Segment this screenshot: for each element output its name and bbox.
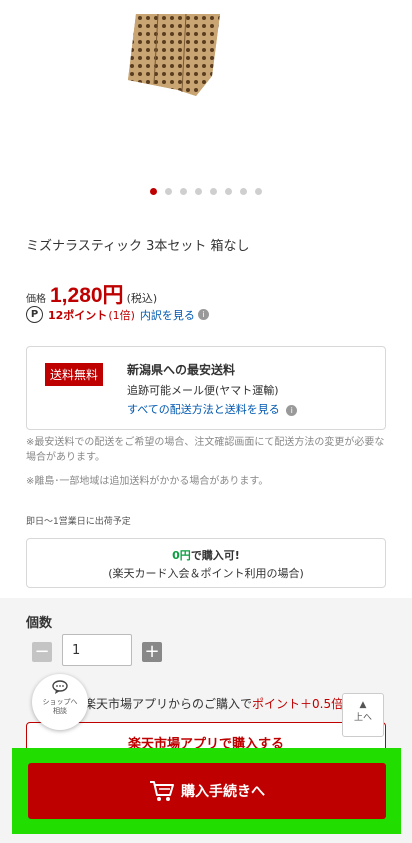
product-image[interactable] (128, 14, 222, 96)
price-tax: (税込) (126, 292, 158, 305)
point-icon: P (26, 306, 43, 323)
quantity-label: 個数 (26, 616, 53, 631)
shipping-timing: 即日〜1営業日に出荷予定 (26, 517, 131, 527)
app-promo-text: 楽天市場アプリからのご購入でポイント＋0.5倍！ (84, 695, 355, 712)
zero-yen-headline: 0円で購入可! (27, 547, 385, 563)
points-row: P 12ポイント (1倍) 内訳を見る i (26, 306, 209, 323)
app-promo-highlight: ポイント＋0.5倍！ (252, 697, 356, 711)
shop-inquiry-label-2: 相談 (53, 707, 67, 715)
info-icon[interactable]: i (286, 405, 298, 416)
shop-inquiry-button[interactable]: ショップへ 相談 (32, 674, 88, 730)
free-shipping-badge: 送料無料 (45, 363, 104, 386)
carousel-dot[interactable] (240, 188, 247, 195)
shipping-options-link[interactable]: すべての配送方法と送料を見る i (127, 401, 298, 417)
product-image-area (0, 0, 412, 180)
chat-icon (52, 680, 68, 694)
price-row: 価格 1,280円 (税込) (26, 279, 157, 309)
points-breakdown-link[interactable]: 内訳を見る (140, 307, 195, 323)
purchase-button[interactable]: 購入手続きへ (28, 763, 386, 819)
carousel-dot[interactable] (210, 188, 217, 195)
shipping-method: 追跡可能メール便(ヤマト運輸) (127, 384, 279, 397)
quantity-minus-button[interactable]: − (32, 642, 52, 662)
product-title: ミズナラスティック 3本セット 箱なし (26, 239, 250, 254)
zero-yen-box[interactable]: 0円で購入可! (楽天カード入会＆ポイント利用の場合) (26, 538, 386, 588)
scroll-to-top-label: 上へ (353, 713, 372, 723)
zero-yen-condition: (楽天カード入会＆ポイント利用の場合) (108, 567, 304, 580)
zero-yen-headline-rest: で購入可! (190, 549, 240, 562)
purchase-button-label: 購入手続きへ (181, 784, 265, 800)
cart-icon (150, 781, 174, 801)
carousel-dot[interactable] (180, 188, 187, 195)
carousel-dots (0, 188, 412, 195)
arrow-up-icon: ▲ (359, 700, 367, 710)
carousel-dot[interactable] (225, 188, 232, 195)
zero-yen-highlight: 0円 (172, 549, 191, 562)
shipping-note: ※最安送料での配送をご希望の場合、注文確認画面にて配送方法の変更が必要な場合があ… (26, 437, 385, 463)
shipping-options-link-label[interactable]: すべての配送方法と送料を見る (127, 403, 280, 416)
points-value: 12ポイント (48, 308, 108, 322)
app-promo-label: 楽天市場アプリからのご購入で (84, 697, 253, 711)
carousel-dot[interactable] (195, 188, 202, 195)
info-icon[interactable]: i (197, 309, 209, 320)
shipping-title: 新潟県への最安送料 (127, 363, 236, 377)
carousel-dot[interactable] (255, 188, 262, 195)
quantity-input[interactable]: 1 (62, 634, 132, 666)
price-label: 価格 (26, 294, 46, 305)
carousel-dot[interactable] (150, 188, 157, 195)
scroll-to-top-button[interactable]: ▲ 上へ (342, 693, 384, 737)
price-value: 1,280円 (50, 284, 124, 307)
shop-inquiry-label-1: ショップへ (42, 698, 78, 706)
shipping-note-remote: ※離島･一部地域は追加送料がかかる場合があります。 (26, 476, 269, 487)
quantity-plus-button[interactable]: + (142, 642, 162, 662)
points-multiplier: (1倍) (108, 308, 135, 322)
shipping-box: 送料無料 新潟県への最安送料 追跡可能メール便(ヤマト運輸) すべての配送方法と… (26, 346, 386, 430)
carousel-dot[interactable] (165, 188, 172, 195)
